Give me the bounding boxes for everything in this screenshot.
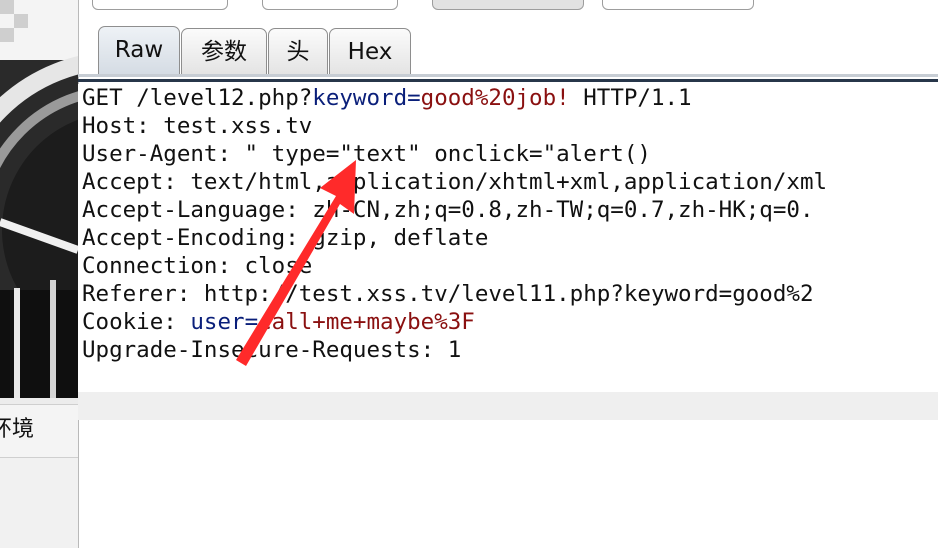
header-accept-language: Accept-Language: zh-CN,zh;q=0.8,zh-TW;q=…: [82, 197, 814, 223]
request-method: GET: [82, 85, 137, 111]
raw-request-editor[interactable]: GET /level12.php?keyword=good%20job! HTT…: [78, 84, 938, 392]
side-panel-lower: [0, 458, 78, 548]
request-line: GET /level12.php?keyword=good%20job! HTT…: [82, 84, 692, 112]
header-accept-encoding: Accept-Encoding: gzip, deflate: [82, 225, 489, 251]
query-param-value: good%20job!: [420, 85, 570, 111]
editor-top-border: [78, 79, 938, 82]
query-param-eq: =: [407, 85, 421, 111]
tab-raw[interactable]: Raw: [98, 26, 180, 74]
toolbar-button-3[interactable]: [432, 0, 584, 10]
toolbar-button-4[interactable]: [602, 0, 754, 10]
left-panel: 环境: [0, 0, 79, 548]
header-user-agent: User-Agent: " type="text" onclick="alert…: [82, 141, 651, 167]
cookie-eq: =: [244, 309, 259, 335]
tab-params[interactable]: 参数: [181, 28, 267, 74]
toolbar-button-2[interactable]: [262, 0, 398, 10]
header-connection: Connection: close: [82, 253, 313, 279]
header-accept: Accept: text/html,application/xhtml+xml,…: [82, 169, 828, 195]
message-tab-bar: Raw 参数 头 Hex: [78, 24, 938, 78]
cookie-label: Cookie:: [82, 309, 191, 335]
header-cookie: Cookie: user=call+me+maybe%3F: [82, 308, 475, 336]
toolbar-button-1[interactable]: [92, 0, 228, 10]
request-protocol: HTTP/1.1: [569, 85, 692, 111]
background-photo: [0, 0, 78, 398]
request-path: /level12.php?: [136, 85, 313, 111]
editor-bottom-bar: [78, 392, 938, 420]
header-referer: Referer: http://test.xss.tv/level11.php?…: [82, 281, 814, 307]
tab-hex[interactable]: Hex: [329, 28, 411, 74]
tab-underline: [78, 74, 938, 77]
cookie-key: user: [190, 309, 245, 335]
header-host: Host: test.xss.tv: [82, 113, 313, 139]
query-param-key: keyword: [312, 85, 408, 111]
cookie-value: call+me+maybe%3F: [258, 309, 475, 335]
tab-headers[interactable]: 头: [268, 28, 328, 74]
header-upgrade-insecure: Upgrade-Insecure-Requests: 1: [82, 337, 462, 363]
side-panel-label: 环境: [0, 404, 78, 458]
